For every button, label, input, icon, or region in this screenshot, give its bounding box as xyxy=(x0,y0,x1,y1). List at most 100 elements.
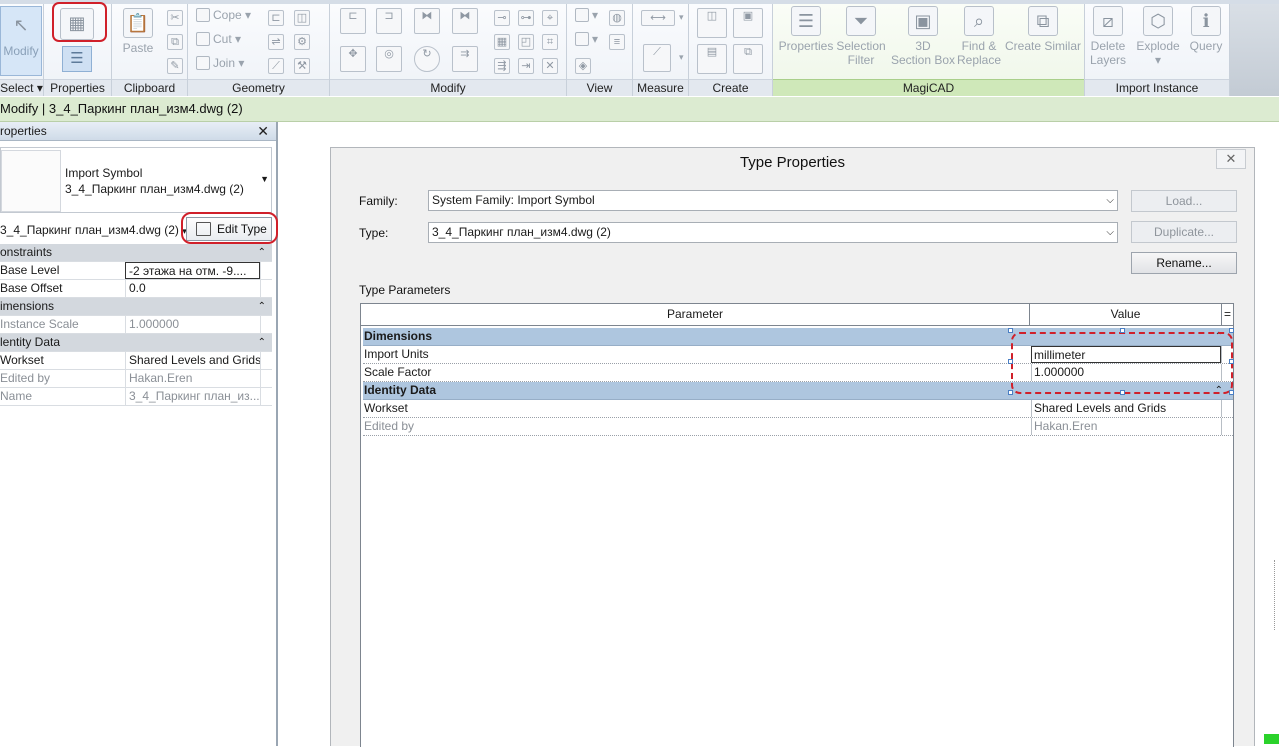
property-row[interactable]: Base Offset 0.0 xyxy=(0,280,272,298)
chevron-down-icon: ⌵ xyxy=(1106,195,1114,206)
properties-palette-header[interactable]: roperties ✕ xyxy=(0,122,276,141)
instance-properties-table: onstraints ⌃ Base Level -2 этажа на отм. -9… xyxy=(0,244,272,406)
family-select[interactable]: System Family: Import Symbol ⌵ xyxy=(428,190,1118,211)
array-icon[interactable]: ▦ xyxy=(494,34,510,50)
trim-multiple-icon[interactable]: ⇶ xyxy=(494,58,510,74)
aligned-dimension-icon[interactable]: ⟋ xyxy=(643,44,671,72)
close-icon[interactable]: ✕ xyxy=(257,122,269,140)
property-value[interactable]: 0.0 xyxy=(125,280,260,297)
hammer-icon[interactable]: ⚒ xyxy=(294,58,310,74)
collapse-icon[interactable]: ⌃ xyxy=(258,298,266,315)
mirror-axis-icon[interactable]: ⧓ xyxy=(414,8,440,34)
create-group-icon[interactable]: ▣ xyxy=(733,8,763,38)
column-header-formula[interactable]: = xyxy=(1222,304,1234,326)
cut-scissors-icon[interactable]: ✂ xyxy=(167,10,183,26)
panel-title-select[interactable]: Select ▾ xyxy=(0,79,43,96)
cut-geometry-button[interactable]: Cut ▾ xyxy=(196,32,241,46)
explode-button[interactable]: ⬡ Explode ▾ xyxy=(1135,6,1181,67)
selection-handle xyxy=(1008,328,1013,333)
copy-element-icon[interactable]: ◎ xyxy=(376,46,402,72)
align-icon[interactable]: ⊏ xyxy=(340,8,366,34)
copy-icon[interactable]: ⧉ xyxy=(167,34,183,50)
join-button[interactable]: Join ▾ xyxy=(196,56,244,70)
rename-button[interactable]: Rename... xyxy=(1131,252,1237,274)
property-category[interactable]: onstraints ⌃ xyxy=(0,244,272,262)
property-label: Edited by xyxy=(0,371,51,385)
trim-single-icon[interactable]: ⇥ xyxy=(518,58,534,74)
split-gap-icon[interactable]: ⊶ xyxy=(518,10,534,26)
delete-icon[interactable]: ✕ xyxy=(542,58,558,74)
property-label: Base Offset xyxy=(0,281,63,295)
split-icon[interactable]: ⊸ xyxy=(494,10,510,26)
hide-in-view-button[interactable]: ▾ xyxy=(575,8,598,22)
panel-view: ▾ ◍ ▾ ≡ ◈ View xyxy=(567,4,633,96)
create-parts-icon[interactable]: ◫ xyxy=(697,8,727,38)
beam-join-icon[interactable]: ⇌ xyxy=(268,34,284,50)
chevron-down-icon[interactable]: ▼ xyxy=(260,174,269,184)
properties-palette-icon: ☰ xyxy=(70,50,84,67)
query-button[interactable]: ℹ Query xyxy=(1185,6,1227,53)
section-box-button[interactable]: ▣ 3D Section Box xyxy=(889,6,957,67)
measure-dropdown-arrow[interactable]: ▾ xyxy=(679,12,684,23)
column-header-parameter[interactable]: Parameter xyxy=(361,304,1030,326)
paste-button[interactable]: 📋 Paste xyxy=(118,8,158,55)
property-category[interactable]: lentity Data ⌃ xyxy=(0,334,272,352)
panel-title-modify: Modify xyxy=(330,79,566,96)
modify-button[interactable]: ↖ Modify xyxy=(0,6,42,76)
rotate-icon[interactable]: ↻ xyxy=(414,46,440,72)
column-header-value[interactable]: Value xyxy=(1030,304,1222,326)
find-replace-button[interactable]: ⌕ Find & Replace xyxy=(955,6,1003,67)
property-row[interactable]: Edited by Hakan.Eren xyxy=(0,370,272,388)
wall-joins-icon[interactable]: ⊏ xyxy=(268,10,284,26)
paint-bucket-icon[interactable]: ◈ xyxy=(575,58,591,74)
property-label: Name xyxy=(0,389,33,403)
mirror-draw-icon[interactable]: ⧓ xyxy=(452,8,478,34)
collapse-icon[interactable]: ⌃ xyxy=(258,334,266,351)
demolish-icon[interactable]: ⟋ xyxy=(268,58,284,74)
parameter-value[interactable]: Shared Levels and Grids xyxy=(1031,400,1221,417)
unpin-icon[interactable]: ⌗ xyxy=(542,34,558,50)
selection-filter-button[interactable]: ⏷ Selection Filter xyxy=(835,6,887,67)
linework-button[interactable]: ▾ xyxy=(575,32,598,46)
create-similar-small-icon[interactable]: ⧉ xyxy=(733,44,763,74)
create-similar-button[interactable]: ⧉ Create Similar xyxy=(1003,6,1083,53)
duplicate-button[interactable]: Duplicate... xyxy=(1131,221,1237,243)
property-row[interactable]: Workset Shared Levels and Grids xyxy=(0,352,272,370)
selection-handle xyxy=(1229,359,1234,364)
annotation-highlight-edit-type xyxy=(181,212,278,244)
type-selector[interactable]: Import Symbol 3_4_Паркинг план_изм4.dwg … xyxy=(0,147,272,213)
property-row[interactable]: Instance Scale 1.000000 xyxy=(0,316,272,334)
dialog-close-button[interactable]: ✕ xyxy=(1216,149,1246,169)
create-assembly-icon[interactable]: ▤ xyxy=(697,44,727,74)
type-select[interactable]: 3_4_Паркинг план_изм4.dwg (2) ⌵ xyxy=(428,222,1118,243)
parameter-row[interactable]: Workset Shared Levels and Grids xyxy=(363,400,1233,418)
property-label: Base Level xyxy=(0,263,60,277)
measure-distance-icon[interactable]: ⟷ xyxy=(641,10,675,26)
properties-magicad-button[interactable]: ☰ Properties xyxy=(777,6,835,53)
property-value[interactable]: -2 этажа на отм. -9.... xyxy=(125,262,260,279)
selection-handle xyxy=(1229,390,1234,395)
delete-layers-button[interactable]: ⧄ Delete Layers xyxy=(1089,6,1127,67)
properties-toggle-button[interactable]: ☰ xyxy=(62,46,92,72)
scale-icon[interactable]: ◰ xyxy=(518,34,534,50)
cope-button[interactable]: Cope ▾ xyxy=(196,8,251,22)
load-button[interactable]: Load... xyxy=(1131,190,1237,212)
pin-icon[interactable]: ⌖ xyxy=(542,10,558,26)
dimension-dropdown-arrow[interactable]: ▾ xyxy=(679,52,684,63)
match-properties-icon[interactable]: ✎ xyxy=(167,58,183,74)
trim-extend-icon[interactable]: ⇉ xyxy=(452,46,478,72)
move-icon[interactable]: ✥ xyxy=(340,46,366,72)
view-filter-icon[interactable]: ≡ xyxy=(609,34,625,50)
property-category[interactable]: imensions ⌃ xyxy=(0,298,272,316)
delete-layers-icon: ⧄ xyxy=(1093,6,1123,36)
override-graphics-icon[interactable]: ◍ xyxy=(609,10,625,26)
property-row[interactable]: Base Level -2 этажа на отм. -9.... xyxy=(0,262,272,280)
split-face-icon[interactable]: ◫ xyxy=(294,10,310,26)
instance-filter-dropdown[interactable]: 3_4_Паркинг план_изм4.dwg (2) ▾ xyxy=(0,223,187,237)
property-row[interactable]: Name 3_4_Паркинг план_из... xyxy=(0,388,272,406)
parameter-row[interactable]: Edited by Hakan.Eren xyxy=(363,418,1233,436)
collapse-icon[interactable]: ⌃ xyxy=(258,244,266,261)
offset-icon[interactable]: ⊐ xyxy=(376,8,402,34)
paint-icon[interactable]: ⚙ xyxy=(294,34,310,50)
property-value[interactable]: Shared Levels and Grids xyxy=(125,352,260,369)
